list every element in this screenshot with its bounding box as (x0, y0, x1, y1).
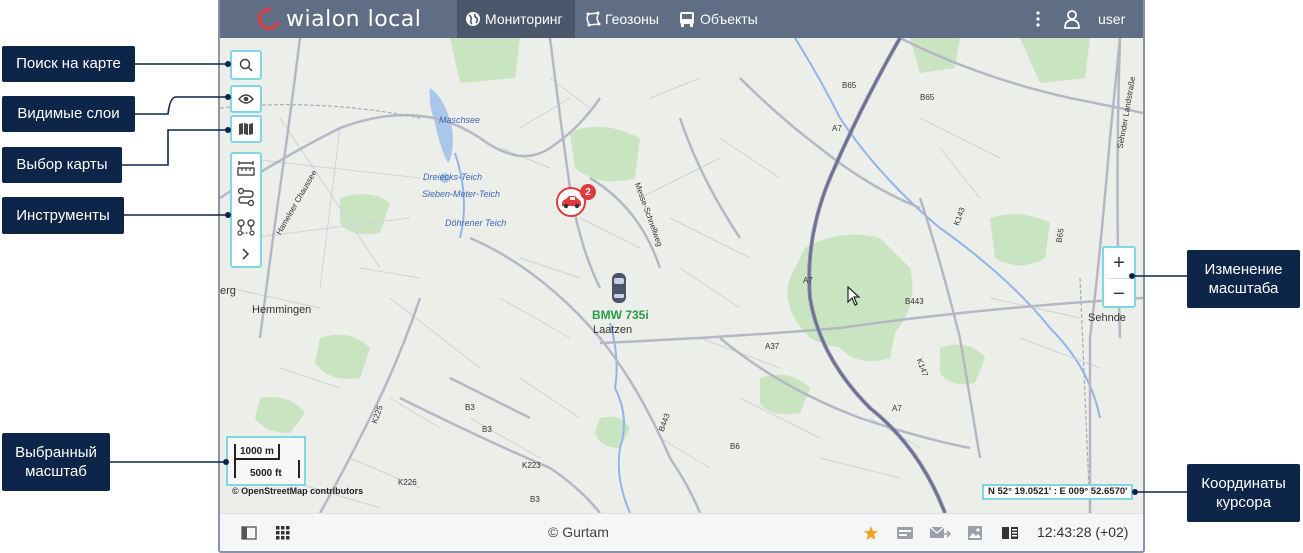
callout-zoom-change: Изменение масштаба (1187, 250, 1300, 308)
map-label-b3: B3 (465, 403, 475, 412)
screenshot-stage: wialon local Мониторинг Геозоны Объекты … (0, 0, 1303, 553)
geofence-icon (586, 11, 601, 27)
apps-grid-icon[interactable] (276, 526, 290, 540)
unit-group-count-badge: 2 (580, 184, 596, 200)
map-label-dreiecks-teich: Dreiecks-Teich (423, 172, 483, 182)
map-search-button[interactable] (230, 50, 262, 80)
map-label-b3: B3 (530, 495, 540, 504)
user-name[interactable]: user (1098, 11, 1125, 27)
car-top-view-icon[interactable] (611, 272, 627, 304)
toggle-panel-icon[interactable] (241, 526, 257, 540)
map-attribution[interactable]: © OpenStreetMap contributors (232, 486, 363, 496)
map-canvas[interactable]: Maschsee Dreiecks-Teich Sieben-Meter-Tei… (220, 38, 1143, 513)
unit-name-label[interactable]: BMW 735i (592, 308, 649, 322)
callout-map-select: Выбор карты (2, 147, 122, 183)
tab-monitoring-label: Мониторинг (485, 11, 563, 27)
tab-geozones[interactable]: Геозоны (577, 0, 667, 38)
messages-icon[interactable] (929, 526, 951, 540)
map-label-b65: B65 (920, 93, 935, 102)
top-navigation-bar: wialon local Мониторинг Геозоны Объекты … (220, 0, 1143, 38)
user-icon[interactable] (1063, 9, 1081, 29)
logo-text: wialon local (286, 6, 422, 32)
chevron-right-icon[interactable] (241, 247, 251, 261)
map-label-sehnde: Sehnde (1088, 312, 1126, 324)
map-label-laatzen: Laatzen (593, 324, 633, 336)
scale-imperial-label: 5000 ft (250, 468, 282, 479)
copyright-text: © Gurtam (548, 524, 609, 540)
star-icon[interactable] (863, 525, 879, 541)
map-label-a37: A37 (765, 342, 780, 351)
map-label-k226: K226 (398, 478, 417, 487)
scale-metric-label: 1000 m (240, 446, 274, 457)
map-label-sieben-meter-teich: Sieben-Meter-Teich (422, 189, 501, 199)
map-label-a7: A7 (892, 404, 902, 413)
callout-tools: Инструменты (2, 197, 124, 234)
ruler-icon[interactable] (236, 159, 256, 177)
tab-monitoring[interactable]: Мониторинг (457, 0, 575, 38)
zoom-in-button[interactable]: + (1106, 250, 1132, 276)
map-label-maschsee: Maschsee (439, 115, 481, 125)
mouse-cursor-icon (847, 286, 861, 306)
callout-map-search: Поиск на карте (2, 46, 135, 82)
map-label-b443: B443 (905, 297, 924, 306)
zoom-divider (1107, 278, 1131, 279)
zoom-control: + − (1102, 246, 1136, 308)
eye-icon (238, 94, 254, 104)
cursor-coordinates: N 52° 19.0521' : E 009° 52.6570' (982, 484, 1134, 500)
map-scale: 1000 m 5000 ft (226, 436, 306, 486)
map-label-k223: K223 (522, 461, 541, 470)
map-label-hemmingen: Hemmingen (252, 304, 312, 316)
map-label-a7: A7 (803, 276, 813, 285)
tab-objects[interactable]: Объекты (670, 0, 766, 38)
address-points-icon[interactable] (236, 217, 256, 237)
bus-icon (680, 12, 694, 27)
route-icon[interactable] (237, 187, 255, 207)
map-label-b6: B6 (730, 442, 740, 451)
wialon-logo[interactable]: wialon local (253, 3, 422, 35)
more-vertical-icon[interactable] (1032, 10, 1044, 28)
map-label-b65: B65 (842, 81, 857, 90)
map-icon (239, 123, 253, 135)
callout-visible-layers: Видимые слои (2, 96, 135, 132)
map-label-erg: erg (220, 285, 236, 297)
map-label-b3: B3 (482, 425, 492, 434)
map-label-doehrener-teich: Döhrener Teich (445, 218, 507, 228)
red-car-icon (562, 196, 581, 209)
map-tools-panel (230, 152, 262, 268)
search-icon (239, 58, 253, 72)
notifications-icon[interactable] (896, 526, 914, 540)
zoom-out-button[interactable]: − (1106, 281, 1132, 307)
logo-mark-icon (253, 3, 285, 35)
map-label-a7: A7 (832, 124, 842, 133)
tab-objects-label: Объекты (700, 11, 758, 27)
clock-time: 12:43:28 (+02) (1037, 524, 1129, 540)
callout-cursor-coordinates: Координаты курсора (1187, 464, 1300, 522)
wialon-app-window: wialon local Мониторинг Геозоны Объекты … (218, 0, 1145, 553)
log-book-icon[interactable] (1001, 526, 1019, 540)
tab-geozones-label: Геозоны (605, 11, 659, 27)
bottom-status-bar: © Gurtam 12:43:28 (+02) (220, 513, 1143, 551)
map-select-button[interactable] (230, 115, 262, 143)
visible-layers-button[interactable] (230, 85, 262, 113)
globe-icon (466, 12, 480, 26)
callout-selected-scale: Выбранный масштаб (2, 433, 110, 491)
image-icon[interactable] (967, 525, 983, 541)
map-base-tiles (220, 38, 1143, 513)
